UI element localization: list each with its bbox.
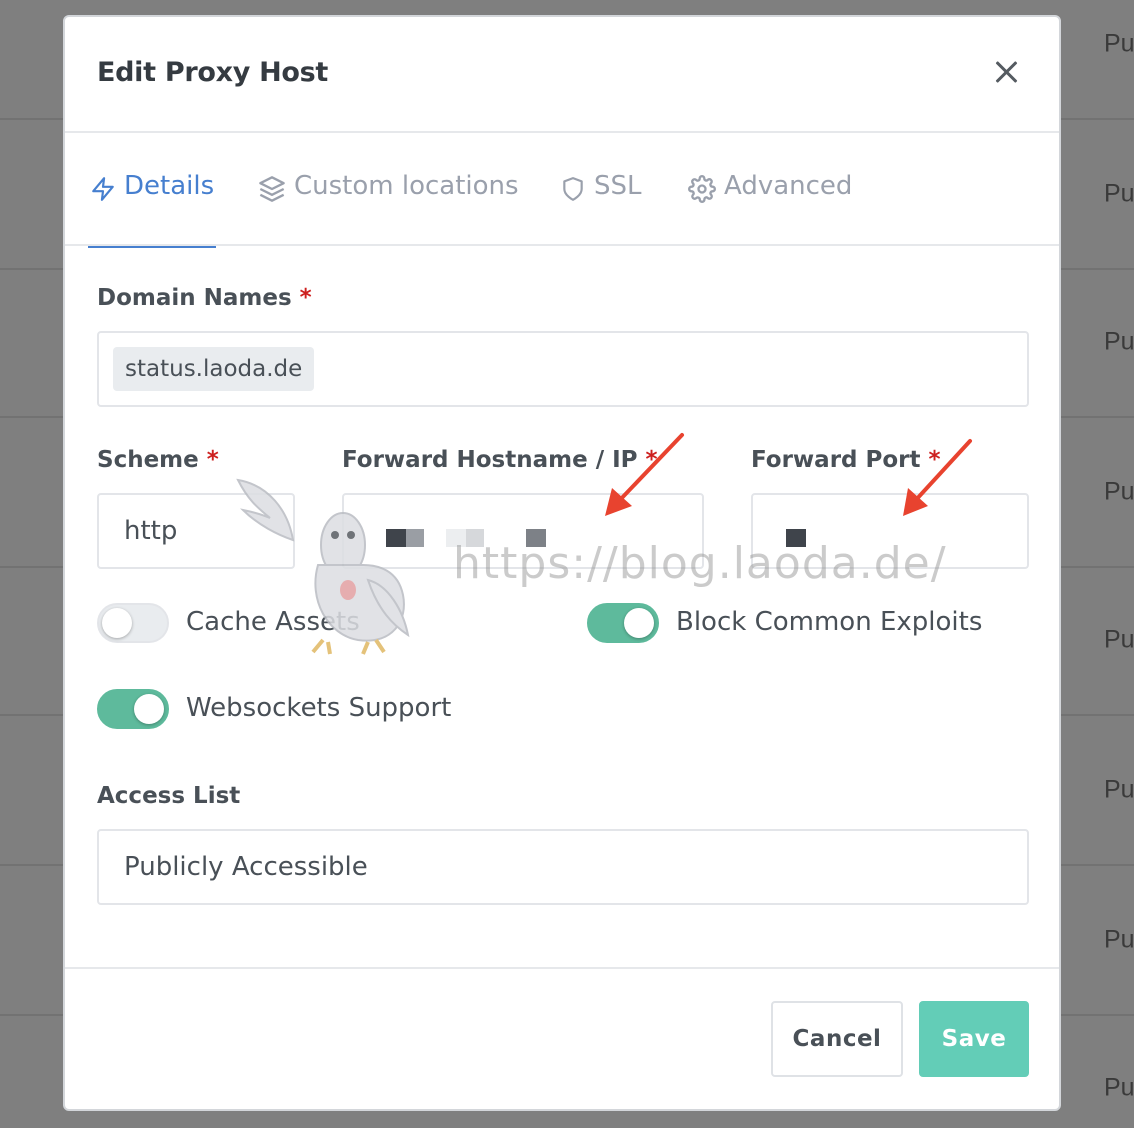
cache-assets-label: Cache Assets	[186, 607, 360, 637]
scheme-label: Scheme *	[97, 447, 219, 473]
close-icon[interactable]	[991, 57, 1021, 87]
websockets-support-toggle[interactable]	[97, 689, 169, 729]
redacted-block	[406, 529, 424, 547]
forward-hostname-field[interactable]	[342, 493, 704, 569]
modal-footer: Cancel Save	[65, 967, 1059, 1109]
forward-hostname-label: Forward Hostname / IP *	[342, 447, 658, 473]
forward-port-label: Forward Port *	[751, 447, 941, 473]
row-status-text: Pu	[1104, 925, 1134, 954]
scheme-value: http	[124, 516, 178, 546]
block-common-exploits-toggle[interactable]	[587, 603, 659, 643]
row-status-text: Pu	[1104, 29, 1134, 58]
edit-proxy-host-dialog: Edit Proxy Host Details Custom locations…	[63, 15, 1061, 1111]
redacted-block	[466, 529, 484, 547]
toggle-knob	[102, 608, 132, 638]
required-mark: *	[645, 447, 658, 473]
row-status-text: Pu	[1104, 179, 1134, 208]
tab-details[interactable]: Details	[87, 171, 217, 248]
websockets-support-label: Websockets Support	[186, 693, 452, 723]
row-status-text: Pu	[1104, 477, 1134, 506]
row-status-text: Pu	[1104, 1073, 1134, 1102]
bolt-icon	[92, 177, 114, 201]
toggle-knob	[624, 608, 654, 638]
access-list-label: Access List	[97, 783, 241, 809]
required-mark: *	[206, 447, 219, 473]
row-status-text: Pu	[1104, 775, 1134, 804]
tab-label: Details	[124, 171, 215, 201]
label-text: Forward Port	[751, 447, 921, 473]
modal-title: Edit Proxy Host	[97, 57, 329, 88]
cancel-button[interactable]: Cancel	[771, 1001, 903, 1077]
gear-icon	[688, 175, 716, 203]
label-text: Scheme	[97, 447, 199, 473]
forward-port-field[interactable]	[751, 493, 1029, 569]
domain-chip[interactable]: status.laoda.de	[113, 347, 315, 391]
layers-icon	[259, 176, 285, 202]
access-list-value: Publicly Accessible	[124, 852, 368, 882]
scheme-field[interactable]: http	[97, 493, 295, 569]
access-list-select[interactable]: Publicly Accessible	[97, 829, 1029, 905]
tab-ssl[interactable]: SSL	[560, 171, 642, 246]
domain-names-field[interactable]: status.laoda.de	[97, 331, 1029, 407]
block-common-exploits-label: Block Common Exploits	[676, 607, 983, 637]
tab-label: SSL	[594, 171, 642, 201]
label-text: Domain Names	[97, 285, 292, 311]
redacted-block	[786, 529, 806, 547]
row-status-text: Pu	[1104, 625, 1134, 654]
cache-assets-toggle[interactable]	[97, 603, 169, 643]
redacted-block	[386, 529, 406, 547]
tab-label: Custom locations	[294, 171, 519, 201]
tab-bar: Details Custom locations SSL Advanced	[65, 133, 1059, 248]
redacted-block	[526, 529, 546, 547]
row-status-text: Pu	[1104, 327, 1134, 356]
tab-label: Advanced	[724, 171, 853, 201]
required-mark: *	[299, 285, 312, 311]
label-text: Forward Hostname / IP	[342, 447, 638, 473]
redacted-block	[446, 529, 466, 547]
shield-icon	[563, 177, 583, 201]
modal-header: Edit Proxy Host	[65, 17, 1059, 133]
toggle-knob	[134, 694, 164, 724]
required-mark: *	[928, 447, 941, 473]
domain-names-label: Domain Names *	[97, 285, 312, 311]
tab-advanced[interactable]: Advanced	[688, 171, 852, 246]
save-button[interactable]: Save	[919, 1001, 1029, 1077]
tab-custom-locations[interactable]: Custom locations	[258, 171, 519, 246]
